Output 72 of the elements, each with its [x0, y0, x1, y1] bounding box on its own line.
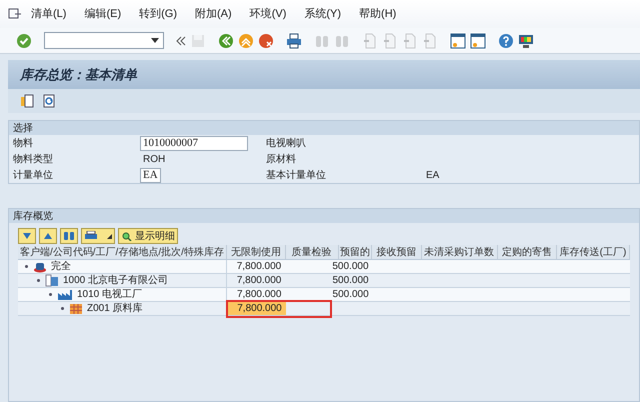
folder-icon[interactable] — [20, 94, 34, 108]
panel-title: 选择 — [13, 122, 33, 136]
field-description: 电视喇叭 — [266, 136, 307, 150]
caret-icon — [107, 234, 112, 238]
window-icon[interactable] — [470, 32, 486, 48]
column-header[interactable]: 接收预留 — [376, 245, 417, 259]
menu-icon[interactable] — [8, 8, 22, 20]
printer-icon[interactable] — [286, 32, 302, 48]
panel-title: 库存概览 — [13, 210, 53, 224]
table-cell-text: 500.000 — [332, 274, 369, 288]
column-header[interactable]: 定购的寄售 — [502, 245, 552, 259]
table-cell-text: 7,800.000 — [236, 260, 282, 274]
menu-item[interactable]: 清单(L) — [25, 6, 72, 22]
menu-item[interactable]: 系统(Y) — [298, 6, 348, 22]
hat-icon — [33, 260, 47, 272]
column-header[interactable]: 客户端/公司代码/工厂/存储地点/批次/特殊库存 — [20, 245, 224, 259]
help-icon[interactable] — [498, 32, 514, 48]
screen-title: 库存总览：基本清单 — [20, 66, 137, 84]
column-header[interactable]: 未清采购订单数 — [424, 245, 494, 259]
table-cell-text: 500.000 — [332, 288, 369, 302]
menu-item[interactable]: 附加(A) — [189, 6, 238, 22]
tree-node-label[interactable]: 1010 电视工厂 — [77, 288, 142, 301]
tree-node-label[interactable]: Z001 原料库 — [87, 302, 143, 315]
table-cell-text: 500.000 — [332, 260, 369, 274]
collapse-icon[interactable] — [176, 36, 186, 46]
tree-node-label[interactable]: 1000 北京电子有限公司 — [63, 274, 168, 287]
window-icon[interactable] — [450, 32, 466, 48]
tree-bullet-icon — [48, 292, 53, 297]
refresh-icon[interactable] — [42, 94, 56, 108]
material-field[interactable]: 1010000007 — [140, 136, 248, 150]
tool-button[interactable] — [60, 228, 78, 244]
shelf-icon — [69, 302, 83, 314]
field-label: 物料类型 — [13, 152, 54, 166]
magnifier-icon — [121, 231, 133, 241]
back-icon[interactable] — [218, 32, 234, 48]
field-value: EA — [426, 168, 440, 182]
column-header[interactable]: 无限制使用 — [230, 245, 281, 259]
tree-node-label[interactable]: 完全 — [51, 260, 71, 273]
field-label: 物料 — [13, 136, 34, 150]
table-cell-text: 7,800.000 — [236, 288, 282, 302]
print-button[interactable] — [81, 228, 115, 244]
menu-item[interactable]: 编辑(E) — [78, 6, 128, 22]
tree-bullet-icon — [24, 264, 29, 269]
unit-field[interactable]: EA — [140, 168, 161, 182]
tool-button[interactable] — [18, 228, 36, 244]
command-field[interactable] — [44, 32, 164, 49]
monitor-icon[interactable] — [518, 32, 534, 48]
binoculars-icon — [63, 231, 75, 241]
cancel-icon[interactable] — [258, 32, 274, 48]
detail-button[interactable]: 显示明细 — [118, 228, 178, 244]
table-cell-text: 7,800.000 — [236, 274, 282, 288]
printer-icon — [84, 231, 98, 241]
menu-item[interactable]: 环境(V) — [244, 6, 292, 22]
field-label: 计量单位 — [13, 168, 54, 182]
column-header[interactable]: 预留的 — [340, 245, 370, 259]
check-icon[interactable] — [16, 32, 32, 48]
tree-bullet-icon — [36, 278, 41, 283]
field-value: ROH — [142, 154, 166, 164]
exit-icon[interactable] — [238, 32, 254, 48]
collapse-icon — [42, 231, 54, 241]
dropdown-icon[interactable] — [151, 38, 159, 43]
tree-bullet-icon — [60, 306, 65, 311]
column-header[interactable]: 库存传送(工厂) — [560, 245, 626, 259]
tool-button[interactable] — [39, 228, 57, 244]
menu-item[interactable]: 帮助(H) — [353, 6, 402, 22]
column-header[interactable]: 质量检验 — [292, 245, 332, 259]
expand-icon — [21, 231, 33, 241]
table-cell-text: 7,800.000 — [237, 302, 282, 316]
factory-icon — [57, 288, 73, 300]
field-description: 原材料 — [266, 152, 297, 166]
field-description: 基本计量单位 — [266, 168, 327, 182]
menu-item[interactable]: 转到(G) — [133, 6, 184, 22]
